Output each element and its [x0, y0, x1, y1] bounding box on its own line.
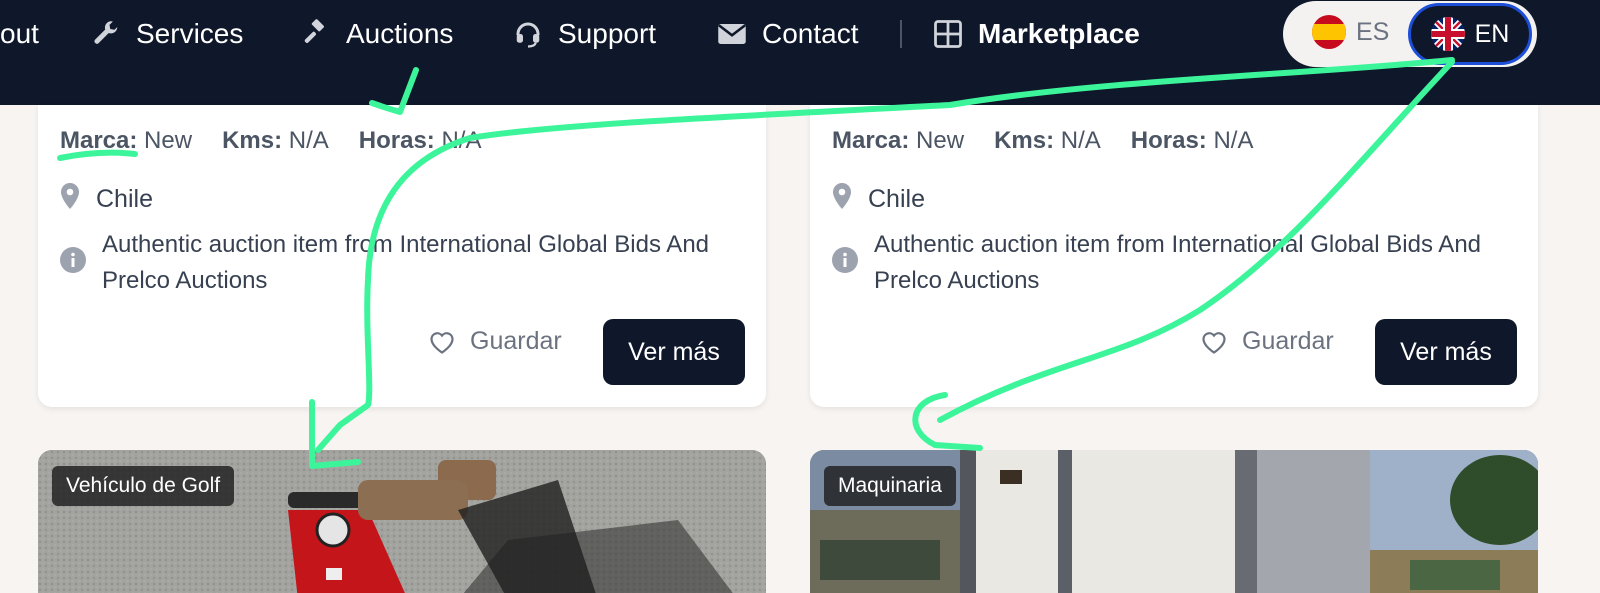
description-text: Authentic auction item from Internationa…	[102, 231, 710, 294]
location-label: Chile	[96, 185, 153, 213]
envelope-icon	[716, 18, 748, 50]
wrench-icon	[90, 18, 122, 50]
nav-item-label: Services	[136, 18, 244, 49]
nav-item-label: Marketplace	[978, 18, 1140, 49]
info-icon	[60, 247, 88, 299]
nav-item-marketplace[interactable]: Marketplace	[932, 14, 1140, 54]
lang-en-button[interactable]: EN	[1408, 3, 1532, 65]
lang-en-label: EN	[1474, 19, 1510, 48]
spain-flag-icon	[1312, 15, 1346, 49]
grid-icon	[932, 18, 964, 50]
lang-es-button[interactable]: ES	[1312, 15, 1389, 49]
nav-item-about[interactable]: out	[0, 14, 39, 54]
nav-item-label: Contact	[762, 18, 859, 49]
location: Chile	[832, 183, 925, 216]
listing-image-machinery[interactable]: Maquinaria	[810, 450, 1538, 593]
map-pin-icon	[60, 183, 84, 216]
location-label: Chile	[868, 185, 925, 213]
nav-item-label: Support	[558, 18, 657, 49]
headset-icon	[512, 18, 544, 50]
spec-marca: Marca: New	[832, 127, 965, 154]
spec-kms: Kms: N/A	[994, 127, 1101, 154]
spec-marca: Marca: New	[60, 127, 193, 154]
category-badge: Vehículo de Golf	[52, 466, 235, 506]
map-pin-icon	[832, 183, 856, 216]
listing-card: Marca: New Kms: N/A Horas: N/A Chile Aut…	[810, 105, 1538, 407]
spec-horas: Horas: N/A	[1130, 127, 1254, 154]
view-more-button[interactable]: Ver más	[1375, 319, 1517, 385]
listing-image-golf-cart[interactable]: Vehículo de Golf	[38, 450, 766, 593]
gavel-icon	[300, 18, 332, 50]
nav-item-contact[interactable]: Contact	[716, 14, 859, 54]
nav-divider	[900, 20, 902, 48]
nav-item-auctions[interactable]: Auctions	[300, 14, 453, 54]
nav-item-services[interactable]: Services	[90, 14, 243, 54]
spec-row: Marca: New Kms: N/A Horas: N/A	[832, 127, 1283, 155]
info-icon	[832, 247, 860, 299]
location: Chile	[60, 183, 153, 216]
view-more-button[interactable]: Ver más	[603, 319, 745, 385]
top-navbar: out Services Auctions Support Contact Ma…	[0, 0, 1600, 105]
nav-item-label: Auctions	[346, 18, 454, 49]
save-button[interactable]: Guardar	[1200, 327, 1334, 356]
spec-kms: Kms: N/A	[222, 127, 329, 154]
heart-icon	[430, 331, 454, 354]
uk-flag-icon	[1430, 17, 1465, 51]
lang-es-label: ES	[1356, 17, 1390, 46]
heart-icon	[1202, 331, 1226, 354]
category-badge: Maquinaria	[824, 466, 956, 506]
nav-item-support[interactable]: Support	[512, 14, 656, 54]
save-label: Guardar	[1242, 327, 1334, 355]
description-text: Authentic auction item from Internationa…	[874, 231, 1482, 294]
spec-horas: Horas: N/A	[358, 127, 482, 154]
spec-row: Marca: New Kms: N/A Horas: N/A	[60, 127, 511, 155]
description: Authentic auction item from Internationa…	[832, 227, 1514, 299]
save-label: Guardar	[470, 327, 562, 355]
description: Authentic auction item from Internationa…	[60, 227, 742, 299]
save-button[interactable]: Guardar	[428, 327, 562, 356]
nav-item-label: out	[0, 18, 39, 49]
listing-card: Marca: New Kms: N/A Horas: N/A Chile Aut…	[38, 105, 766, 407]
